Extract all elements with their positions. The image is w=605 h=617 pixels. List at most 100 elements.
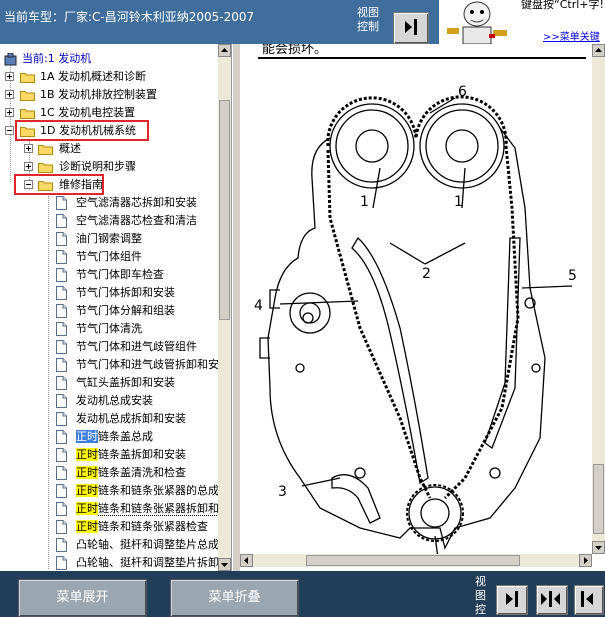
document-icon [56, 232, 67, 246]
bottom-bar: 菜单展开 菜单折叠 视图控 [0, 571, 605, 617]
doc-item-label: 正时链条盖清洗和检查 [76, 464, 186, 482]
scroll-thumb[interactable] [593, 464, 604, 534]
doc-item-label: 气缸头盖拆卸和安装 [76, 376, 175, 389]
scroll-up-button[interactable] [592, 44, 605, 57]
arrow-down-icon [221, 563, 228, 567]
expand-toggle[interactable] [24, 144, 33, 153]
view-control-label: 视图控 [475, 575, 486, 616]
doc-item-text: 链条盖总成 [98, 430, 153, 443]
tree-scrollbar[interactable] [218, 44, 231, 571]
expand-toggle[interactable] [5, 72, 14, 81]
content-panel: 能会损坏。 6 1 1 2 5 4 3 [240, 44, 605, 571]
mascot-icon [447, 1, 507, 44]
doc-item-label: 发动机总成拆卸和安装 [76, 412, 186, 425]
doc-item-label: 节气门体清洗 [76, 322, 142, 335]
doc-item-text: 链条和链条张紧器检查 [98, 520, 208, 533]
view-show-tree-button[interactable] [574, 585, 604, 615]
tree-item-label: 维修指南 [59, 178, 103, 191]
document-icon [56, 214, 67, 228]
collapse-toggle[interactable] [5, 126, 14, 135]
scroll-thumb[interactable] [219, 100, 230, 320]
folder-icon [38, 145, 53, 155]
header-bar: 当前车型：厂家:C-昌河铃木利亚纳2005-2007 视图控制 键盘按“Ctrl… [0, 0, 605, 44]
expand-toggle[interactable] [5, 108, 14, 117]
folder-icon [20, 109, 35, 119]
tree-item-label: 1A 发动机概述和诊断 [40, 70, 147, 83]
arrow-right-icon [584, 557, 588, 564]
doc-item-prefix: 正时 [76, 520, 98, 533]
folder-icon [20, 91, 35, 101]
doc-item-label: 节气门体即车检查 [76, 268, 164, 281]
callout-5: 5 [568, 268, 577, 284]
content-horizontal-scrollbar[interactable] [240, 554, 592, 567]
doc-item-prefix: 正时 [76, 484, 98, 497]
expand-toggle[interactable] [5, 90, 14, 99]
arrow-left-bar-icon [581, 591, 593, 607]
document-icon [56, 394, 67, 408]
content-vertical-scrollbar[interactable] [592, 44, 605, 554]
doc-item-prefix: 正时 [76, 466, 98, 479]
callout-6: 6 [458, 84, 467, 100]
content-top-text: 能会损坏。 [262, 44, 328, 57]
scroll-down-button[interactable] [592, 541, 605, 554]
menu-expand-button[interactable]: 菜单展开 [18, 579, 147, 617]
folder-open-icon [38, 181, 53, 191]
document-icon [56, 484, 67, 498]
document-icon [56, 556, 67, 570]
callout-3: 3 [278, 484, 287, 500]
tree-root-label: 当前:1 发动机 [22, 52, 92, 65]
arrow-right-bar-icon [405, 19, 417, 35]
view-toggle-button[interactable] [393, 12, 429, 44]
doc-item-label: 节气门体和进气歧管拆卸和安 [76, 358, 219, 371]
document-icon [56, 358, 67, 372]
view-show-content-button[interactable] [496, 585, 528, 615]
document-icon [56, 304, 67, 318]
view-control-label: 视图控制 [357, 6, 379, 33]
doc-item-label: 正时链条盖拆卸和安装 [76, 446, 186, 464]
scroll-down-button[interactable] [218, 558, 231, 571]
doc-item-text: 链条和链条张紧器拆卸和 [98, 502, 219, 516]
doc-item-label: 节气门体分解和组装 [76, 304, 175, 317]
doc-item-label: 发动机总成安装 [76, 394, 153, 407]
doc-item-text: 链条盖清洗和检查 [98, 466, 186, 479]
document-icon [56, 466, 67, 480]
document-icon [56, 502, 67, 516]
callout-1a: 1 [360, 194, 369, 210]
arrow-down-icon [595, 546, 602, 550]
doc-item-label: 正时链条和链条张紧器的总成 [76, 482, 219, 500]
tree-item-label: 1B 发动机排放控制装置 [40, 88, 158, 101]
callout-1b: 1 [454, 194, 463, 210]
scroll-left-button[interactable] [240, 554, 253, 567]
hint-link[interactable]: >>菜单关键 [543, 28, 600, 43]
tree-item-label: 概述 [59, 142, 81, 155]
doc-item-label: 正时链条和链条张紧器拆卸和 [76, 500, 219, 518]
doc-item-text: 链条和链条张紧器的总成 [98, 484, 219, 497]
doc-item-label: 正时链条盖总成 [76, 428, 153, 446]
menu-collapse-button[interactable]: 菜单折叠 [170, 579, 299, 617]
view-split-button[interactable] [536, 585, 568, 615]
folder-open-icon [20, 127, 35, 137]
document-icon [56, 286, 67, 300]
current-model-title: 当前车型：厂家:C-昌河铃木利亚纳2005-2007 [4, 10, 255, 24]
document-icon [56, 430, 67, 444]
scroll-right-button[interactable] [579, 554, 592, 567]
doc-item-label: 油门钢索调整 [76, 232, 142, 245]
timing-chain-diagram: 6 1 1 2 5 4 3 7 [254, 84, 577, 558]
hint-text: 键盘按“Ctrl+字! [521, 0, 604, 11]
doc-item-label: 凸轮轴、挺杆和调整垫片拆卸 [76, 556, 219, 569]
arrow-up-icon [221, 48, 228, 52]
document-icon [56, 376, 67, 390]
doc-item-prefix: 正时 [76, 448, 98, 461]
tree-item-label: 1C 发动机电控装置 [40, 106, 136, 119]
folder-icon [38, 163, 53, 173]
document-icon [56, 322, 67, 336]
scroll-up-button[interactable] [218, 44, 231, 57]
document-icon [56, 268, 67, 282]
document-icon [56, 340, 67, 354]
document-icon [56, 520, 67, 534]
expand-toggle[interactable] [24, 162, 33, 171]
scroll-thumb[interactable] [306, 555, 520, 566]
doc-item-text: 链条盖拆卸和安装 [98, 448, 186, 461]
doc-item-label: 空气滤清器芯检查和清洁 [76, 214, 197, 227]
document-icon [56, 448, 67, 462]
